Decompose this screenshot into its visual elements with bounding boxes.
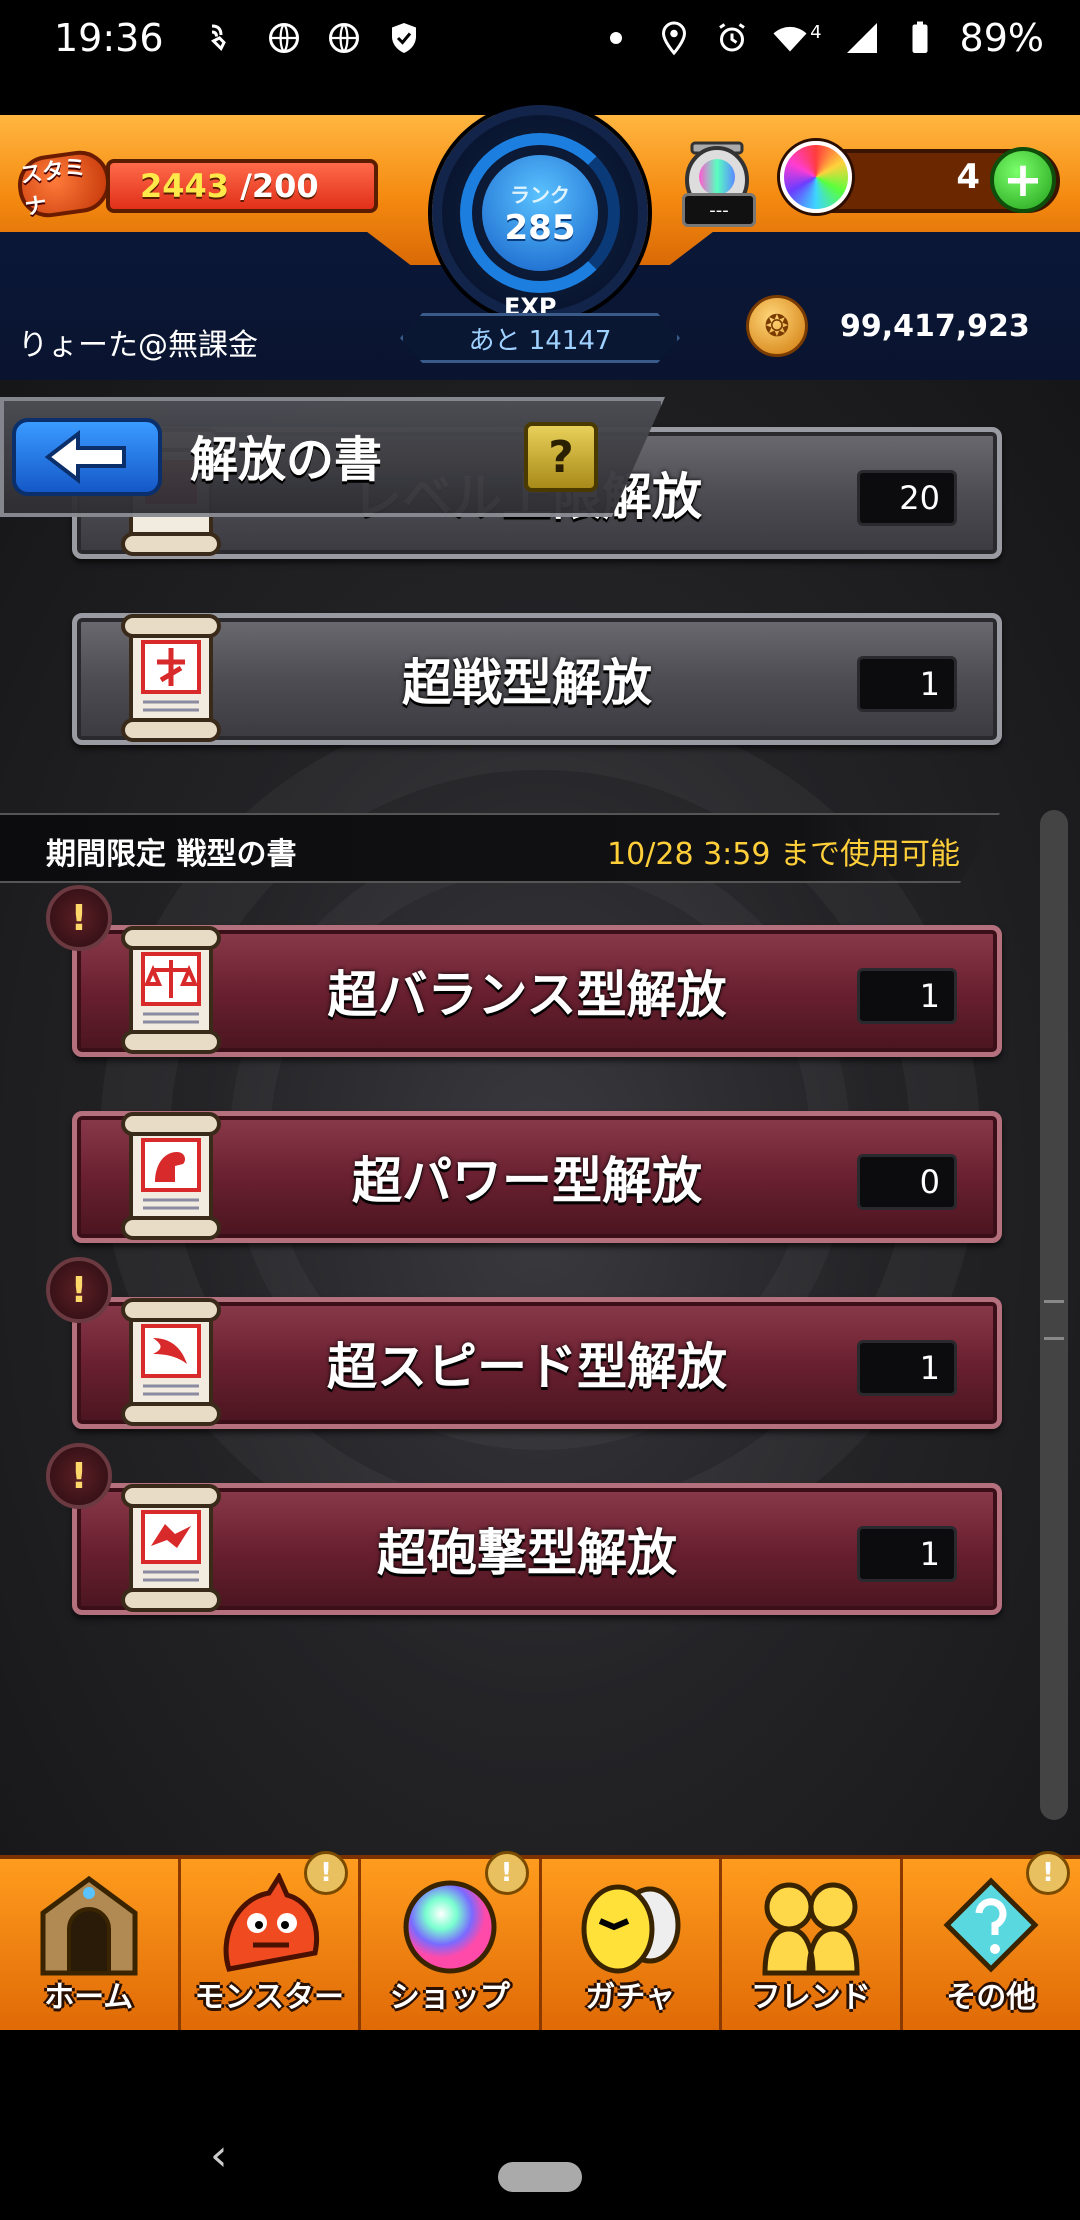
cell-signal-icon — [846, 22, 877, 53]
stamina-icon: スタミナ — [14, 146, 114, 222]
nav-label: ホーム — [44, 1980, 134, 2015]
book-row[interactable]: 超戦型解放 1 — [72, 613, 1002, 745]
scroll-speed-icon — [121, 1298, 221, 1426]
stamina-text: 2443 /200 — [140, 167, 319, 205]
rank-badge[interactable]: ランク 285 — [432, 105, 648, 321]
nav-label: その他 — [946, 1980, 1037, 2015]
nav-friends[interactable]: フレンド — [722, 1859, 903, 2034]
system-back-icon[interactable]: ‹ — [210, 2130, 228, 2181]
home-door-icon — [40, 1875, 138, 1976]
status-bar: 19:36 4 89% — [0, 0, 1080, 75]
orb-count: 4 — [956, 157, 980, 197]
book-label: 超戦型解放 — [402, 654, 652, 712]
scroll-balance-icon — [121, 926, 221, 1054]
location-icon — [662, 20, 687, 55]
section-title: 期間限定 戦型の書 — [46, 837, 297, 872]
book-label: 超砲撃型解放 — [377, 1524, 677, 1582]
alarm-icon — [719, 22, 745, 51]
book-row[interactable]: 超バランス型解放 1 — [72, 925, 1002, 1057]
nav-label: フレンド — [750, 1980, 871, 2015]
nav-label: ショップ — [389, 1980, 510, 2015]
username: りょーた@無課金 — [18, 328, 258, 363]
battery-percent: 89% — [959, 15, 1044, 60]
buy-orb-button[interactable]: + — [990, 147, 1056, 213]
rank-value: 285 — [504, 207, 576, 248]
nav-label: モンスター — [194, 1980, 344, 2015]
book-row[interactable]: 超パワー型解放 0 — [72, 1111, 1002, 1243]
nav-alert-badge: ! — [304, 1851, 348, 1895]
game-header: スタミナ 2443 /200 ランク 285 EXP あと 14147 --- … — [0, 105, 1080, 380]
book-count: 1 — [857, 656, 957, 712]
nav-other[interactable]: その他 ! — [903, 1851, 1080, 2034]
coin-count: 99,417,923 — [840, 309, 1030, 344]
section-expiry-note: 10/28 3:59 まで使用可能 — [607, 837, 960, 872]
battery-icon — [912, 21, 928, 53]
orb-icon — [780, 141, 852, 213]
status-time: 19:36 — [54, 15, 164, 60]
vpn-globe-icon — [268, 22, 299, 53]
exp-remaining: あと 14147 — [400, 313, 680, 363]
stamina-bar[interactable]: 2443 /200 — [106, 159, 378, 213]
rank-label: ランク — [510, 182, 570, 207]
nav-alert-badge: ! — [484, 1851, 529, 1895]
egg-counter: --- — [682, 193, 756, 227]
help-button[interactable]: ? — [524, 422, 598, 492]
scroll-grip-icon[interactable] — [1044, 1300, 1064, 1340]
scroll-artillery-icon — [121, 1484, 221, 1612]
stamina-current: 2443 — [140, 167, 230, 205]
back-button[interactable] — [12, 418, 162, 496]
scroll-power-icon — [121, 1112, 221, 1240]
coin-icon: ❂ — [746, 295, 808, 357]
book-label: 超バランス型解放 — [327, 966, 727, 1024]
nav-alert-badge: ! — [1026, 1851, 1070, 1895]
wifi-calling-icon — [210, 24, 226, 51]
book-row[interactable]: 超スピード型解放 1 — [72, 1297, 1002, 1429]
scroll-battle-icon — [121, 614, 221, 742]
network-badge: 4 — [810, 22, 822, 43]
alert-badge: ! — [46, 885, 112, 951]
limited-section-header: 期間限定 戦型の書 10/28 3:59 まで使用可能 — [0, 813, 1000, 883]
bottom-navigation: ホーム モンスター ! ショップ ! ガチャ フレンド その他 ! — [0, 1851, 1080, 2034]
stamina-max: /200 — [240, 167, 319, 205]
book-count: 0 — [857, 1154, 957, 1210]
shield-check-icon — [391, 22, 416, 53]
back-arrow-icon — [44, 430, 126, 484]
nav-gacha[interactable]: ガチャ — [542, 1859, 722, 2034]
alert-badge: ! — [46, 1443, 112, 1509]
nav-shop[interactable]: ショップ ! — [361, 1851, 542, 2034]
book-count: 1 — [857, 968, 957, 1024]
dot-icon — [610, 31, 623, 44]
friends-icon — [762, 1882, 860, 1976]
book-label: 超スピード型解放 — [327, 1338, 727, 1396]
book-label: 超パワー型解放 — [352, 1152, 702, 1210]
system-home-pill[interactable] — [498, 2162, 582, 2192]
book-row[interactable]: 超砲撃型解放 1 — [72, 1483, 1002, 1615]
nav-monster[interactable]: モンスター ! — [181, 1851, 361, 2034]
system-navigation: ‹ — [0, 2030, 1080, 2220]
gacha-egg-icon — [581, 1884, 681, 1974]
main-content: レベル上限解放 20 超戦型解放 1 期間限定 戦型の書 10/28 3:59 … — [0, 380, 1080, 1855]
nav-label: ガチャ — [585, 1980, 676, 2015]
book-count: 1 — [857, 1526, 957, 1582]
nav-home[interactable]: ホーム — [0, 1859, 181, 2034]
book-count: 20 — [857, 470, 957, 526]
book-count: 1 — [857, 1340, 957, 1396]
vpn-globe-icon — [328, 22, 359, 53]
wifi-icon — [773, 26, 807, 51]
rank-center: ランク 285 — [482, 155, 598, 271]
alert-badge: ! — [46, 1257, 112, 1323]
page-title: 解放の書 — [190, 432, 383, 488]
